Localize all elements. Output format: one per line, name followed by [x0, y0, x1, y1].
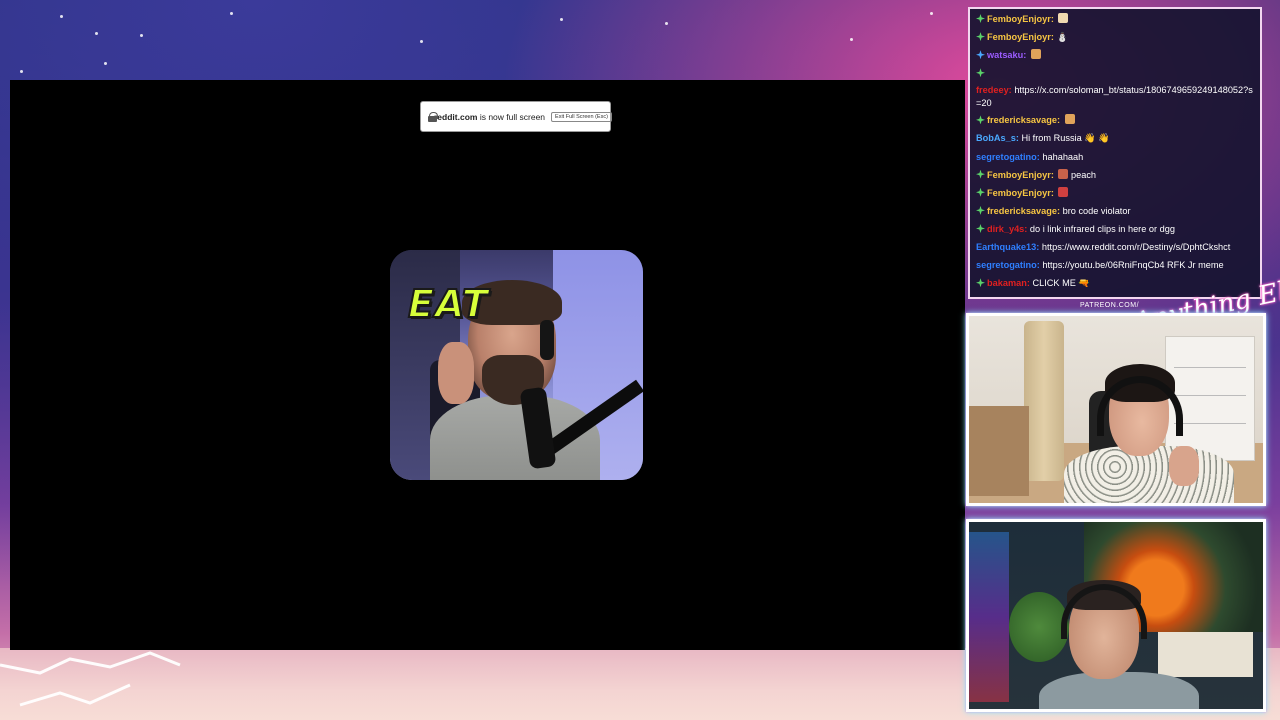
chat-text: CLICK ME 🔫 [1032, 278, 1090, 289]
chat-message [976, 64, 1256, 82]
chat-username[interactable]: BobAs_s: [976, 133, 1019, 143]
chat-message: fredeey: https://x.com/soloman_bt/status… [976, 82, 1256, 111]
star [20, 70, 23, 73]
chat-message: bakaman: CLICK ME 🔫 [976, 274, 1256, 292]
dresser [1165, 336, 1255, 461]
chat-text: ⛄ [1056, 32, 1068, 43]
chat-text[interactable]: https://x.com/soloman_bt/status/18067496… [976, 85, 1253, 108]
chat-username[interactable]: fredeey: [976, 85, 1012, 95]
fullscreen-notice: reddit.com is now full screen Exit Full … [420, 101, 612, 132]
chat-text[interactable]: https://www.reddit.com/r/Destiny/comment… [976, 296, 1190, 297]
sub-badge-icon [976, 187, 985, 197]
chat-username[interactable]: dirk_y4s: [987, 224, 1027, 234]
chat-text: bro code violator [1062, 205, 1131, 216]
chat-message: FemboyEnjoyr: peach [976, 166, 1256, 184]
chat-username[interactable]: segretogatino: [976, 152, 1040, 162]
chat-message: watsaku: [976, 46, 1256, 64]
star [140, 34, 143, 37]
chat-panel: FemboyEnjoyr: FemboyEnjoyr: ⛄ watsaku: fr… [968, 7, 1262, 299]
chat-message: FemboyEnjoyr: [976, 184, 1256, 202]
star [230, 12, 233, 15]
chat-username[interactable]: fredericksavage: [987, 206, 1060, 216]
chat-username[interactable]: segretogatino: [976, 260, 1040, 270]
chat-message: FemboyEnjoyr: ⛄ [976, 28, 1256, 46]
chat-text: Hi from Russia 👋 👋 [1021, 133, 1110, 144]
lightning-decoration [0, 651, 181, 707]
chat-text[interactable]: https://youtu.be/06RniFnqCb4 RFK Jr meme [1042, 260, 1223, 270]
sub-badge-icon [976, 32, 985, 42]
chat-message: FemboyEnjoyr: [976, 10, 1256, 28]
chat-message: segretogatino: https://youtu.be/06RniFnq… [976, 256, 1256, 274]
sub-badge-icon [976, 68, 985, 78]
chat-username[interactable]: Earthquake13: [976, 242, 1039, 252]
emote-icon [1064, 114, 1075, 125]
sub-badge-icon [976, 14, 985, 23]
chat-username[interactable]: FemboyEnjoyr: [987, 170, 1054, 180]
chat-message: dirk_y4s: do i link infrared clips in he… [976, 220, 1256, 238]
sub-badge-icon [976, 115, 985, 125]
chat-username[interactable]: fredericksavage: [987, 115, 1060, 125]
emote-icon [1058, 13, 1069, 23]
chat-message: segretogatino: hahahaah [976, 148, 1256, 166]
sub-badge-icon [976, 169, 985, 179]
fullscreen-video-area[interactable]: reddit.com is now full screen Exit Full … [10, 80, 965, 650]
chat-username[interactable]: bakaman: [987, 278, 1030, 288]
chat-text: hahahaah [1042, 151, 1084, 162]
video-clip[interactable]: EAT [390, 250, 643, 480]
star [850, 38, 853, 41]
emote-icon [1058, 186, 1069, 197]
sub-badge-icon [976, 223, 985, 233]
emote-icon [1058, 168, 1069, 179]
star [420, 40, 423, 43]
chat-username[interactable]: FemboyEnjoyr: [987, 32, 1054, 42]
star [930, 12, 933, 15]
star [95, 32, 98, 35]
clip-caption: EAT [407, 281, 489, 327]
chat-message: Earthquake13: https://www.reddit.com/r/D… [976, 238, 1256, 256]
chat-message: fredericksavage: [976, 111, 1256, 129]
sub-badge-icon [976, 50, 985, 60]
emote-icon [1030, 49, 1041, 60]
fullscreen-notice-text: reddit.com is now full screen [434, 111, 546, 122]
chat-username[interactable]: FemboyEnjoyr: [987, 14, 1054, 24]
chat-text: do i link infrared clips in here or dgg [1029, 223, 1175, 234]
chat-text: peach [1071, 169, 1097, 180]
chat-message: fredericksavage: bro code violator [976, 202, 1256, 220]
star [560, 18, 563, 21]
chat-message: BobAs_s: Hi from Russia 👋 👋 [976, 129, 1256, 147]
exit-fullscreen-button[interactable]: Exit Full Screen (Esc) [551, 111, 612, 122]
webcam-top [966, 313, 1266, 506]
sub-badge-icon [976, 278, 985, 288]
chat-text[interactable]: https://www.reddit.com/r/Destiny/s/DphtC… [1042, 242, 1230, 252]
sub-badge-icon [976, 205, 985, 215]
star [665, 22, 668, 25]
webcam-bottom [966, 519, 1266, 712]
chat-username[interactable]: FemboyEnjoyr: [987, 188, 1054, 198]
chat-username[interactable]: watsaku: [987, 50, 1026, 60]
star [60, 15, 63, 18]
star [104, 62, 107, 65]
